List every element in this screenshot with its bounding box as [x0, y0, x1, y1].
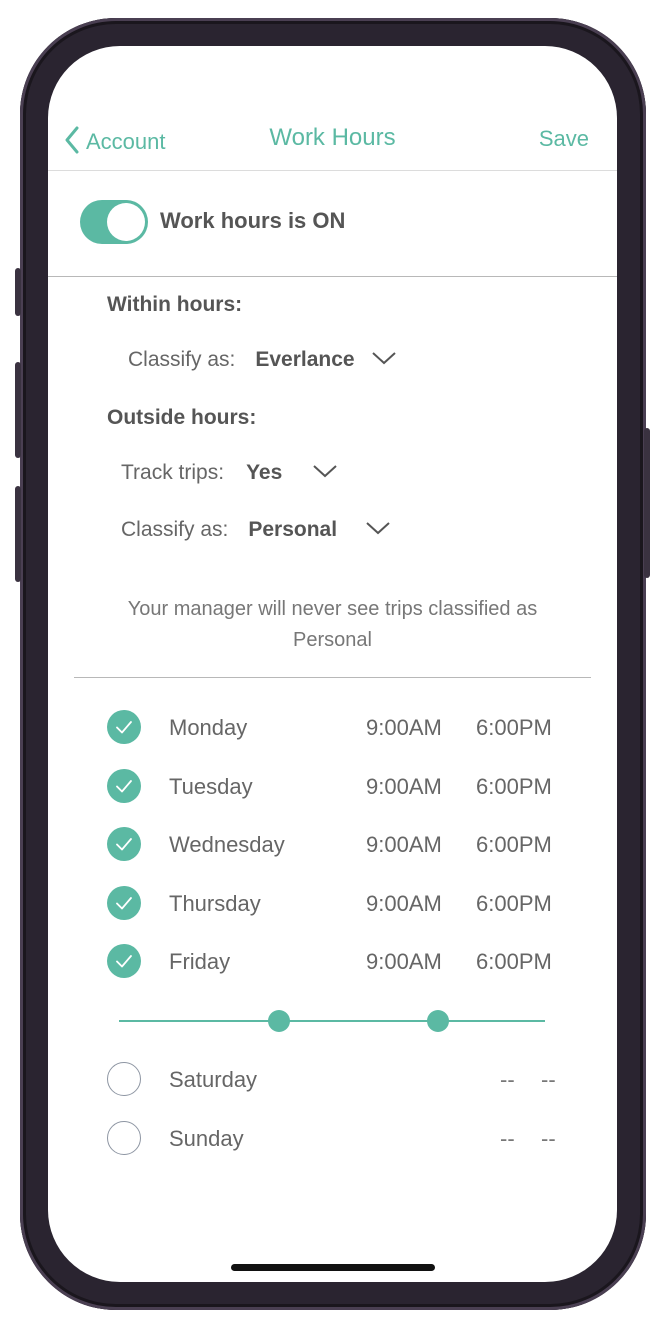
day-row: Sunday -- -- [48, 1115, 617, 1159]
outside-classify-value: Personal [248, 518, 338, 541]
separator-dot [268, 1010, 290, 1032]
checkbox-checked[interactable] [107, 827, 141, 862]
start-time[interactable]: -- [500, 1126, 515, 1152]
day-row: Friday 9:00AM 6:00PM [48, 938, 617, 982]
day-row: Thursday 9:00AM 6:00PM [48, 880, 617, 924]
checkbox-checked[interactable] [107, 768, 141, 803]
volume-up-button [15, 362, 21, 458]
checkbox-unchecked[interactable] [107, 1062, 141, 1096]
start-time[interactable]: -- [500, 1067, 515, 1093]
end-time[interactable]: 6:00PM [476, 949, 552, 975]
day-name: Sunday [169, 1125, 244, 1151]
home-indicator [231, 1264, 435, 1271]
day-name: Friday [169, 949, 231, 975]
within-classify-dropdown[interactable]: Classify as: Everlance [128, 348, 397, 372]
end-time[interactable]: 6:00PM [476, 832, 552, 858]
track-trips-label: Track trips: [121, 461, 225, 484]
checkbox-checked[interactable] [107, 710, 141, 744]
outside-hours-heading: Outside hours: [107, 406, 257, 429]
start-time[interactable]: 9:00AM [366, 832, 442, 858]
within-classify-label: Classify as: [128, 348, 236, 371]
end-time[interactable]: 6:00PM [476, 891, 552, 917]
toggle-label: Work hours is ON [160, 208, 346, 233]
day-name: Monday [169, 715, 248, 740]
toggle-knob [107, 203, 145, 241]
day-row: Wednesday 9:00AM 6:00PM [48, 821, 617, 865]
page-title: Work Hours [269, 124, 396, 151]
day-row: Monday 9:00AM 6:00PM [48, 704, 617, 748]
chevron-down-icon [312, 463, 338, 484]
chevron-down-icon [371, 350, 397, 371]
start-time[interactable]: 9:00AM [366, 774, 442, 800]
end-time[interactable]: 6:00PM [476, 774, 552, 800]
separator-dot [427, 1010, 449, 1032]
day-name: Wednesday [169, 832, 285, 858]
start-time[interactable]: 9:00AM [366, 949, 442, 975]
screen: Account Work Hours Save Work hours is ON… [48, 46, 617, 1282]
outside-classify-dropdown[interactable]: Classify as: Personal [121, 518, 391, 542]
within-classify-value: Everlance [255, 348, 355, 371]
start-time[interactable]: 9:00AM [366, 715, 442, 741]
silent-switch [15, 268, 21, 316]
day-row: Saturday -- -- [48, 1056, 617, 1100]
day-name: Tuesday [169, 773, 253, 799]
day-name: Thursday [169, 890, 261, 916]
chevron-down-icon [365, 520, 391, 541]
work-hours-toggle[interactable] [80, 200, 148, 244]
outside-classify-label: Classify as: [121, 518, 229, 541]
day-name: Saturday [169, 1067, 258, 1092]
checkbox-checked[interactable] [107, 885, 141, 920]
end-time[interactable]: 6:00PM [476, 715, 552, 741]
start-time[interactable]: 9:00AM [366, 891, 442, 917]
divider [74, 677, 591, 678]
volume-down-button [15, 486, 21, 582]
privacy-note: Your manager will never see trips classi… [127, 598, 538, 651]
navigation-bar: Account Work Hours Save [48, 46, 617, 171]
save-button[interactable]: Save [539, 126, 589, 152]
end-time[interactable]: -- [541, 1126, 556, 1152]
day-row: Tuesday 9:00AM 6:00PM [48, 763, 617, 807]
weekend-separator [119, 1020, 545, 1022]
track-trips-dropdown[interactable]: Track trips: Yes [121, 461, 338, 485]
power-button [644, 428, 650, 578]
checkbox-unchecked[interactable] [107, 1120, 141, 1155]
end-time[interactable]: -- [541, 1067, 556, 1093]
within-hours-heading: Within hours: [107, 293, 243, 316]
track-trips-value: Yes [246, 461, 283, 484]
work-hours-toggle-row: Work hours is ON [48, 170, 617, 277]
checkbox-checked[interactable] [107, 944, 141, 979]
